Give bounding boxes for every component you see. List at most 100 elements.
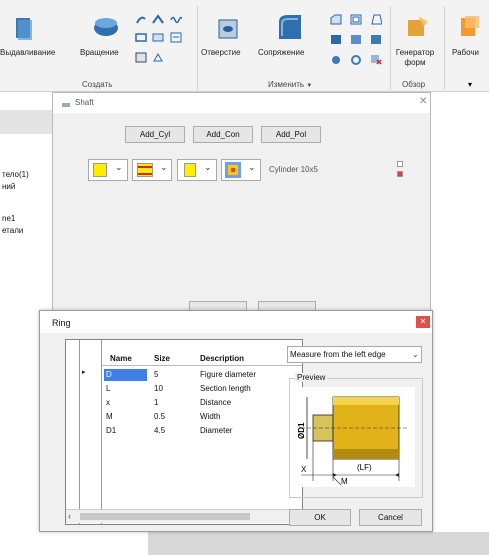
shaft-dialog: Shaft ✕ Add_Cyl Add_Con Add_Pol ⌄ ⌄ ⌄ ⌄ … [52,92,431,317]
cell-description: Distance [200,398,232,407]
color-dropdown-4[interactable]: ⌄ [221,159,261,181]
delete-icon[interactable] [397,171,403,177]
emboss-icon[interactable] [135,30,147,42]
cell-size[interactable]: 1 [154,398,158,407]
scroll-left-icon[interactable]: ‹ [68,511,71,521]
coil-icon[interactable] [170,12,184,24]
cell-name[interactable]: x [106,398,110,407]
header-divider [102,365,302,366]
cell-name[interactable]: D [106,370,112,379]
shaft-title: Shaft [75,98,94,107]
rib-icon[interactable] [152,30,164,42]
work-features-button-label[interactable]: Рабочи [452,48,479,57]
move-up-icon[interactable] [397,161,403,167]
group-separator [390,6,391,90]
gradient-swatch-icon [225,162,241,178]
extrude-icon[interactable] [14,14,36,42]
move-face-icon[interactable] [330,52,342,64]
color-dropdown-1[interactable]: ⌄ [88,159,128,181]
group-label-modify[interactable]: Изменить ▼ [268,80,312,89]
tab-add-cyl[interactable]: Add_Cyl [125,126,185,143]
preview-label: Preview [295,373,328,382]
ok-button[interactable]: OK [289,509,351,526]
cell-size[interactable]: 0.5 [154,412,165,421]
cell-size[interactable]: 4.5 [154,426,165,435]
cancel-button[interactable]: Cancel [359,509,422,526]
cell-name[interactable]: D1 [106,426,116,435]
cell-description: Diameter [200,426,233,435]
color-swatch [93,163,107,177]
color-dropdown-3[interactable]: ⌄ [177,159,217,181]
import-icon[interactable] [152,50,164,62]
derive-icon[interactable] [170,30,182,43]
group-separator [444,6,445,90]
measure-select-value: Measure from the left edge [290,350,386,359]
hole-icon[interactable] [216,14,242,42]
color-swatch [184,163,196,177]
dim-m-label: M [341,477,348,486]
color-dropdown-2[interactable]: ⌄ [132,159,172,181]
close-icon[interactable]: ✕ [419,96,427,107]
copy-object-icon[interactable] [350,52,362,65]
column-header-size[interactable]: Size [154,354,170,363]
cell-name[interactable]: L [106,384,110,393]
measure-select[interactable]: Measure from the left edge ⌄ [287,346,422,363]
chevron-down-icon: ⌄ [412,350,419,359]
dim-d1-label: ØD1 [297,422,306,439]
fillet-icon[interactable] [276,12,304,42]
browser-item[interactable]: ne1 [2,214,15,223]
shaft-titlebar [53,93,430,113]
shell-icon[interactable] [350,12,362,25]
cell-size[interactable]: 5 [154,370,158,379]
chevron-down-icon: ⌄ [160,162,168,172]
fillet-button-label[interactable]: Сопряжение [258,48,304,57]
tab-add-con[interactable]: Add_Con [193,126,253,143]
extrude-button-label[interactable]: Выдавливание [0,48,55,57]
delete-face-icon[interactable] [370,52,382,65]
tab-add-pol[interactable]: Add_Pol [261,126,321,143]
chevron-down-icon: ⌄ [248,162,256,172]
chamfer-icon[interactable] [330,12,342,25]
thread-icon[interactable] [330,32,342,44]
scrollbar-thumb[interactable] [80,513,250,520]
chevron-down-icon: ⌄ [115,162,123,172]
cell-size[interactable]: 10 [154,384,163,393]
work-features-icon[interactable] [458,14,482,40]
ribbon-overflow-icon[interactable]: ▾ [468,80,472,89]
row-header-column [66,340,80,524]
loft-icon[interactable] [152,12,164,24]
cell-name[interactable]: M [106,412,113,421]
hole-button-label[interactable]: Отверстие [201,48,241,57]
workspace-background [148,532,489,555]
split-icon[interactable] [350,32,362,44]
dim-x-label: X [301,465,307,474]
parameters-table: Name Size Description ▸ D 5 Figure diame… [65,339,303,525]
preview-image: ØD1 X (LF) M [297,387,415,487]
decal-icon[interactable] [135,50,147,63]
close-icon[interactable]: ✕ [416,316,430,328]
browser-header [0,110,54,134]
horizontal-scrollbar[interactable]: ‹ › [66,509,302,523]
browser-item[interactable]: етали [2,226,23,235]
browser-item[interactable]: тело(1) [2,170,29,179]
shaft-app-icon [61,97,71,107]
ring-title: Ring [52,318,71,328]
column-header-description[interactable]: Description [200,354,244,363]
draft-icon[interactable] [370,12,383,25]
dim-lf-label: (LF) [357,463,372,472]
group-separator [197,6,198,90]
shape-generator-icon[interactable] [404,12,432,40]
sweep-icon[interactable] [135,12,147,24]
combine-icon[interactable] [370,32,382,44]
color-swatch [137,163,153,177]
cell-description: Width [200,412,221,421]
revolve-button-label[interactable]: Вращение [80,48,119,57]
browser-item[interactable]: ний [2,182,15,191]
ring-dialog: Ring ✕ Name Size Description ▸ D 5 Figur… [39,310,433,532]
ribbon-toolbar: Выдавливание Вращение Отверстие Сопряжен… [0,0,489,92]
revolve-icon[interactable] [92,12,120,42]
group-label-create: Создать [82,80,113,89]
column-header-name[interactable]: Name [110,354,132,363]
cell-description: Figure diameter [200,370,257,379]
shape-generator-button-label[interactable]: Генератор форм [395,48,435,68]
